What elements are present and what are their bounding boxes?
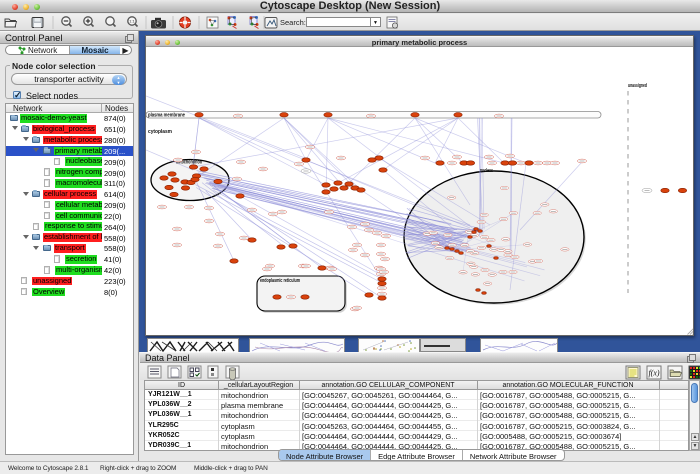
svg-text:unassigned: unassigned — [628, 83, 647, 89]
svg-text:endoplasmic reticulum: endoplasmic reticulum — [260, 278, 300, 284]
svg-text:plasma membrane: plasma membrane — [148, 113, 185, 119]
svg-text:nucleus: nucleus — [480, 168, 493, 174]
svg-text:cytoplasm: cytoplasm — [148, 129, 173, 135]
svg-text:1:1: 1:1 — [129, 19, 135, 24]
svg-text:f(x): f(x) — [648, 369, 659, 378]
